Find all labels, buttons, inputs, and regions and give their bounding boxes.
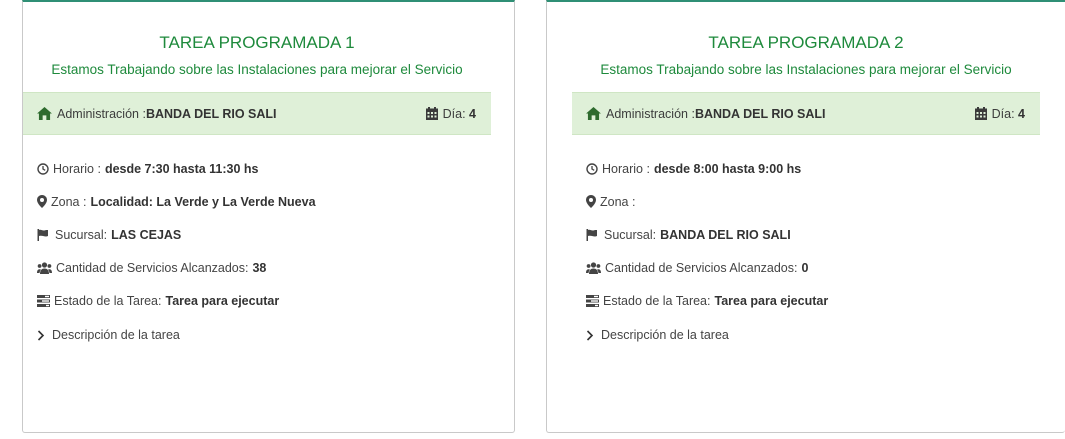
horario-row: Horario : desde 7:30 hasta 11:30 hs: [37, 152, 477, 185]
flag-icon: [586, 228, 598, 241]
cantidad-label: Cantidad de Servicios Alcanzados:: [56, 260, 249, 275]
sucursal-value: BANDA DEL RIO SALI: [660, 227, 791, 242]
task-card-1: TAREA PROGRAMADA 1 Estamos Trabajando so…: [22, 0, 515, 433]
map-marker-icon: [586, 195, 596, 208]
horario-label: Horario :: [602, 161, 650, 176]
cantidad-row: Cantidad de Servicios Alcanzados: 38: [37, 251, 477, 284]
task-info-list: Horario : desde 8:00 hasta 9:00 hs Zona …: [586, 152, 1026, 350]
cantidad-label: Cantidad de Servicios Alcanzados:: [605, 260, 798, 275]
descripcion-label: Descripción de la tarea: [52, 328, 180, 342]
horario-row: Horario : desde 8:00 hasta 9:00 hs: [586, 152, 1026, 185]
cantidad-value: 0: [801, 260, 809, 275]
clock-icon: [586, 162, 598, 175]
descripcion-toggle[interactable]: Descripción de la tarea: [37, 320, 477, 350]
flag-icon: [37, 228, 49, 241]
estado-row: Estado de la Tarea: Tarea para ejecutar: [586, 284, 1026, 317]
admin-value: BANDA DEL RIO SALI: [694, 106, 826, 121]
estado-row: Estado de la Tarea: Tarea para ejecutar: [37, 284, 477, 317]
descripcion-toggle[interactable]: Descripción de la tarea: [586, 320, 1026, 350]
users-icon: [37, 261, 52, 274]
tasks-icon: [586, 294, 599, 307]
calendar-icon: [425, 107, 438, 120]
card-subtitle: Estamos Trabajando sobre las Instalacion…: [600, 62, 1012, 77]
estado-label: Estado de la Tarea:: [54, 293, 162, 308]
sucursal-label: Sucursal:: [604, 227, 657, 242]
administration-bar: Administración :BANDA DEL RIO SALI Día: …: [572, 92, 1040, 135]
zona-value: Localidad: La Verde y La Verde Nueva: [90, 194, 316, 209]
map-marker-icon: [37, 195, 47, 208]
task-info-list: Horario : desde 7:30 hasta 11:30 hs Zona…: [37, 152, 477, 350]
estado-value: Tarea para ejecutar: [165, 293, 280, 308]
estado-value: Tarea para ejecutar: [714, 293, 829, 308]
sucursal-row: Sucursal: BANDA DEL RIO SALI: [586, 218, 1026, 251]
home-icon: [586, 107, 601, 120]
dia-label: Día:: [991, 106, 1015, 121]
descripcion-label: Descripción de la tarea: [601, 328, 729, 342]
horario-label: Horario :: [53, 161, 101, 176]
calendar-icon: [974, 107, 987, 120]
sucursal-value: LAS CEJAS: [111, 227, 182, 242]
sucursal-row: Sucursal: LAS CEJAS: [37, 218, 477, 251]
home-icon: [37, 107, 52, 120]
card-title: TAREA PROGRAMADA 2: [708, 33, 904, 52]
zona-row: Zona : Localidad: La Verde y La Verde Nu…: [37, 185, 477, 218]
zona-row: Zona :: [586, 185, 1026, 218]
chevron-right-icon: [586, 329, 594, 341]
page: TAREA PROGRAMADA 1 Estamos Trabajando so…: [0, 0, 1065, 439]
admin-value: BANDA DEL RIO SALI: [145, 106, 277, 121]
chevron-right-icon: [37, 329, 45, 341]
administration-bar: Administración :BANDA DEL RIO SALI Día: …: [23, 92, 491, 135]
horario-value: desde 8:00 hasta 9:00 hs: [653, 161, 802, 176]
dia-value: 4: [469, 106, 476, 121]
task-card-2: TAREA PROGRAMADA 2 Estamos Trabajando so…: [546, 0, 1065, 433]
zona-label: Zona :: [51, 194, 87, 209]
card-title: TAREA PROGRAMADA 1: [159, 33, 355, 52]
tasks-icon: [37, 294, 50, 307]
users-icon: [586, 261, 601, 274]
cantidad-row: Cantidad de Servicios Alcanzados: 0: [586, 251, 1026, 284]
admin-label: Administración :: [606, 106, 695, 121]
estado-label: Estado de la Tarea:: [603, 293, 711, 308]
clock-icon: [37, 162, 49, 175]
zona-label: Zona :: [600, 194, 636, 209]
dia-label: Día:: [442, 106, 466, 121]
dia-value: 4: [1018, 106, 1025, 121]
cantidad-value: 38: [252, 260, 267, 275]
horario-value: desde 7:30 hasta 11:30 hs: [104, 161, 259, 176]
admin-label: Administración :: [57, 106, 146, 121]
card-subtitle: Estamos Trabajando sobre las Instalacion…: [51, 62, 463, 77]
sucursal-label: Sucursal:: [55, 227, 108, 242]
